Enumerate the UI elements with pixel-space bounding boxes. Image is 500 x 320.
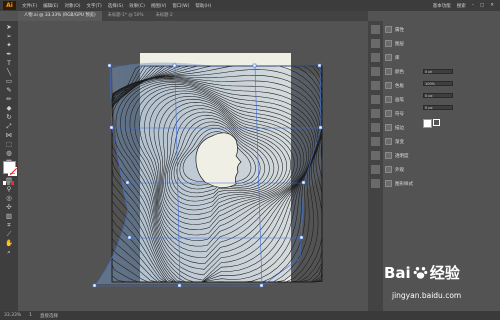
panel-row-layers[interactable]: 图层 <box>385 40 404 47</box>
brushes-panel-icon <box>385 96 392 103</box>
properties-panel-icon <box>385 26 392 33</box>
brushes-icon[interactable] <box>371 95 380 104</box>
gradient-icon[interactable] <box>371 137 380 146</box>
panel-row-properties[interactable]: 属性 <box>385 26 404 33</box>
symbols-panel-icon <box>385 110 392 117</box>
page-number[interactable]: 1 <box>29 313 32 318</box>
layers-icon[interactable] <box>371 39 380 48</box>
baidu-watermark: Bai 经验 <box>384 262 460 283</box>
stroke-panel-icon <box>385 124 392 131</box>
panel-row-swatches[interactable]: 色板 <box>385 82 404 89</box>
symbols-icon[interactable] <box>371 109 380 118</box>
libraries-icon[interactable] <box>371 53 380 62</box>
zoom-level[interactable]: 33.33% <box>4 313 21 318</box>
baidu-watermark-url: jingyan.baidu.com <box>392 291 462 300</box>
swatches-icon[interactable] <box>371 81 380 90</box>
libraries-panel-icon <box>385 54 392 61</box>
fill-color-chip[interactable] <box>423 119 432 128</box>
panel-icon-strip <box>368 21 383 311</box>
panel-row-graphic-styles[interactable]: 图形样式 <box>385 180 413 187</box>
appearance-icon[interactable] <box>371 165 380 174</box>
panel-row-libraries[interactable]: 库 <box>385 54 400 61</box>
panel-row-transparency[interactable]: 透明度 <box>385 152 409 159</box>
color-panel-icon <box>385 68 392 75</box>
panel-row-stroke[interactable]: 描边 <box>385 124 404 131</box>
graphic-styles-panel-icon <box>385 180 392 187</box>
panel-row-color[interactable]: 颜色 <box>385 68 404 75</box>
swatches-panel-icon <box>385 82 392 89</box>
graphic-styles-icon[interactable] <box>371 179 380 188</box>
transparency-panel-icon <box>385 152 392 159</box>
paw-icon <box>413 267 428 279</box>
stroke-weight-field[interactable]: 0 pt <box>423 69 453 74</box>
baidu-brand: Bai <box>384 263 411 282</box>
transparency-icon[interactable] <box>371 151 380 160</box>
x-field[interactable]: 0 px <box>423 93 453 98</box>
panel-row-gradient[interactable]: 渐变 <box>385 138 404 145</box>
panel-row-symbols[interactable]: 符号 <box>385 110 404 117</box>
panel-row-brushes[interactable]: 画笔 <box>385 96 404 103</box>
panel-row-appearance[interactable]: 外观 <box>385 166 404 173</box>
stroke-color-chip[interactable] <box>433 119 440 126</box>
gradient-panel-icon <box>385 138 392 145</box>
current-tool-label: 直接选择 <box>40 313 59 319</box>
appearance-panel-icon <box>385 166 392 173</box>
stroke-icon[interactable] <box>371 123 380 132</box>
y-field[interactable]: 0 px <box>423 105 453 110</box>
opacity-field[interactable]: 100% <box>423 81 453 86</box>
layers-panel-icon <box>385 40 392 47</box>
properties-icon[interactable] <box>371 25 380 34</box>
status-bar: 33.33% 1 直接选择 <box>0 311 500 320</box>
color-icon[interactable] <box>371 67 380 76</box>
baidu-brand-suffix: 经验 <box>429 264 460 282</box>
